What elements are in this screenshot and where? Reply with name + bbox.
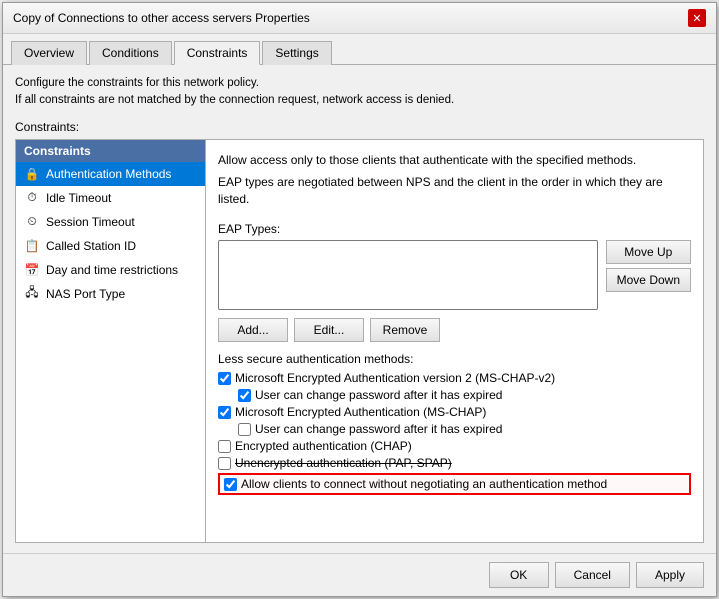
apply-button[interactable]: Apply: [636, 562, 704, 588]
tab-overview[interactable]: Overview: [11, 41, 87, 65]
tab-settings[interactable]: Settings: [262, 41, 331, 65]
less-secure-label: Less secure authentication methods:: [218, 352, 691, 366]
right-desc1: Allow access only to those clients that …: [218, 152, 691, 169]
checkbox-mschap2-pwchange-row: User can change password after it has ex…: [238, 388, 691, 402]
checkbox-mschap2-pwchange[interactable]: [238, 389, 251, 402]
add-button[interactable]: Add...: [218, 318, 288, 342]
constraints-sidebar: Constraints 🔒 Authentication Methods ⏱ I…: [16, 140, 206, 543]
content-area: Configure the constraints for this netwo…: [3, 65, 716, 553]
constraints-label: Constraints:: [15, 120, 704, 134]
session-timeout-icon: ⏲: [24, 214, 40, 230]
right-panel: Allow access only to those clients that …: [206, 140, 703, 543]
dialog-title: Copy of Connections to other access serv…: [13, 11, 310, 25]
sidebar-header: Constraints: [16, 140, 205, 162]
checkbox-mschap2-label: Microsoft Encrypted Authentication versi…: [235, 371, 555, 385]
checkbox-mschap-pwchange-label: User can change password after it has ex…: [255, 422, 502, 436]
sidebar-item-day-label: Day and time restrictions: [46, 263, 178, 277]
move-up-button[interactable]: Move Up: [606, 240, 691, 264]
move-down-button[interactable]: Move Down: [606, 268, 691, 292]
checkbox-pap[interactable]: [218, 457, 231, 470]
constraints-panel: Constraints 🔒 Authentication Methods ⏱ I…: [15, 139, 704, 544]
sidebar-item-session-timeout[interactable]: ⏲ Session Timeout: [16, 210, 205, 234]
checkbox-mschap-pwchange[interactable]: [238, 423, 251, 436]
description-block: Configure the constraints for this netwo…: [15, 75, 704, 110]
desc-line1: Configure the constraints for this netwo…: [15, 75, 704, 92]
sidebar-item-session-label: Session Timeout: [46, 215, 135, 229]
idle-timeout-icon: ⏱: [24, 190, 40, 206]
day-time-icon: 📅: [24, 262, 40, 278]
sidebar-item-day-time[interactable]: 📅 Day and time restrictions: [16, 258, 205, 282]
checkbox-chap-row: Encrypted authentication (CHAP): [218, 439, 691, 453]
eap-types-label: EAP Types:: [218, 222, 691, 236]
sidebar-item-idle-timeout[interactable]: ⏱ Idle Timeout: [16, 186, 205, 210]
checkbox-noauth[interactable]: [224, 478, 237, 491]
cancel-button[interactable]: Cancel: [555, 562, 630, 588]
checkbox-chap-label: Encrypted authentication (CHAP): [235, 439, 412, 453]
checkbox-mschap2[interactable]: [218, 372, 231, 385]
auth-methods-icon: 🔒: [24, 166, 40, 182]
desc-line2: If all constraints are not matched by th…: [15, 92, 704, 109]
sidebar-item-auth-methods[interactable]: 🔒 Authentication Methods: [16, 162, 205, 186]
dialog-window: Copy of Connections to other access serv…: [2, 2, 717, 597]
add-edit-remove-buttons: Add... Edit... Remove: [218, 318, 691, 342]
sidebar-item-called-label: Called Station ID: [46, 239, 136, 253]
remove-button[interactable]: Remove: [370, 318, 440, 342]
eap-section: Move Up Move Down: [218, 240, 691, 310]
sidebar-item-nas-port[interactable]: 🖧 NAS Port Type: [16, 282, 205, 306]
right-desc2: EAP types are negotiated between NPS and…: [218, 174, 691, 208]
checkbox-mschap2-row: Microsoft Encrypted Authentication versi…: [218, 371, 691, 385]
checkbox-mschap-label: Microsoft Encrypted Authentication (MS-C…: [235, 405, 486, 419]
title-bar: Copy of Connections to other access serv…: [3, 3, 716, 34]
tab-constraints[interactable]: Constraints: [174, 41, 261, 65]
close-button[interactable]: ✕: [688, 9, 706, 27]
eap-listbox[interactable]: [218, 240, 598, 310]
sidebar-item-idle-label: Idle Timeout: [46, 191, 111, 205]
edit-button[interactable]: Edit...: [294, 318, 364, 342]
checkbox-pap-row: Unencrypted authentication (PAP, SPAP): [218, 456, 691, 470]
bottom-buttons-bar: OK Cancel Apply: [3, 553, 716, 596]
tab-conditions[interactable]: Conditions: [89, 41, 172, 65]
nas-port-icon: 🖧: [24, 286, 40, 302]
checkbox-mschap-row: Microsoft Encrypted Authentication (MS-C…: [218, 405, 691, 419]
checkbox-mschap[interactable]: [218, 406, 231, 419]
tab-bar: Overview Conditions Constraints Settings: [3, 34, 716, 65]
sidebar-item-nas-label: NAS Port Type: [46, 287, 125, 301]
sidebar-item-called-station[interactable]: 📋 Called Station ID: [16, 234, 205, 258]
ok-button[interactable]: OK: [489, 562, 549, 588]
checkbox-pap-label: Unencrypted authentication (PAP, SPAP): [235, 456, 452, 470]
checkbox-mschap-pwchange-row: User can change password after it has ex…: [238, 422, 691, 436]
eap-buttons: Move Up Move Down: [606, 240, 691, 310]
checkbox-noauth-row: Allow clients to connect without negotia…: [218, 473, 691, 495]
checkbox-mschap2-pwchange-label: User can change password after it has ex…: [255, 388, 502, 402]
checkbox-noauth-label: Allow clients to connect without negotia…: [241, 477, 607, 491]
sidebar-item-auth-label: Authentication Methods: [46, 167, 171, 181]
called-station-icon: 📋: [24, 238, 40, 254]
checkbox-chap[interactable]: [218, 440, 231, 453]
